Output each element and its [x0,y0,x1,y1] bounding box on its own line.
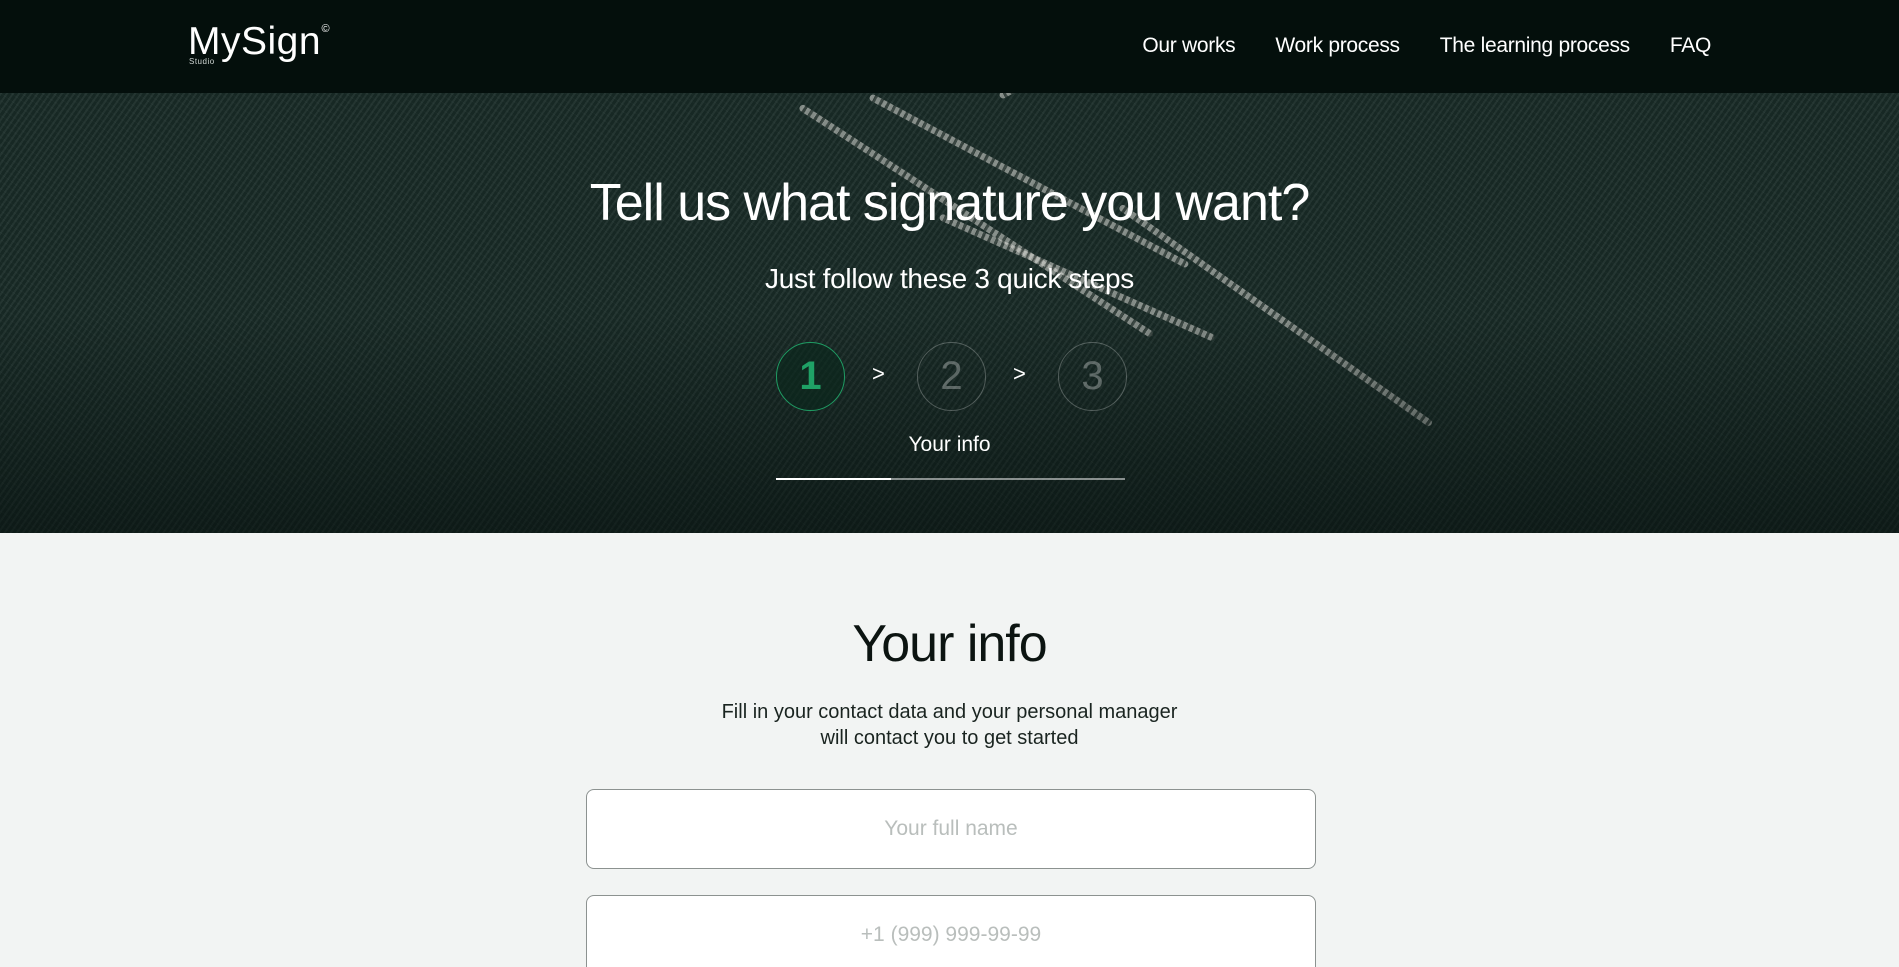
form-description: Fill in your contact data and your perso… [0,699,1899,751]
logo-copyright-mark: © [321,23,331,35]
step-progress-fill [776,478,892,480]
site-header: MySign © Studio Our works Work process T… [0,0,1899,93]
nav-work-process[interactable]: Work process [1275,34,1400,58]
form-description-line: will contact you to get started [820,727,1079,749]
step-progress-bar [776,478,1125,480]
phone-input[interactable] [586,895,1316,967]
logo-subtitle: Studio [189,57,215,66]
step-3-indicator[interactable]: 3 [1058,342,1127,411]
hero-subtitle: Just follow these 3 quick steps [765,263,1134,294]
full-name-input[interactable] [586,789,1316,869]
hero-section: Tell us what signature you want? Just fo… [0,93,1899,533]
nav-learning-process[interactable]: The learning process [1440,34,1630,58]
hero-shade [0,93,1899,533]
hero-title: Tell us what signature you want? [589,174,1311,232]
nav-our-works[interactable]: Our works [1142,34,1235,58]
current-step-label: Your info [908,433,991,456]
nav-faq[interactable]: FAQ [1670,34,1711,58]
step-1-indicator[interactable]: 1 [776,342,845,411]
step-separator: > [1013,361,1026,386]
form-description-line: Fill in your contact data and your perso… [721,701,1178,723]
step-separator: > [872,361,885,386]
main-nav: Our works Work process The learning proc… [1142,34,1711,58]
form-title: Your info [852,615,1047,673]
logo[interactable]: MySign © Studio [188,22,330,66]
step-2-indicator[interactable]: 2 [917,342,986,411]
